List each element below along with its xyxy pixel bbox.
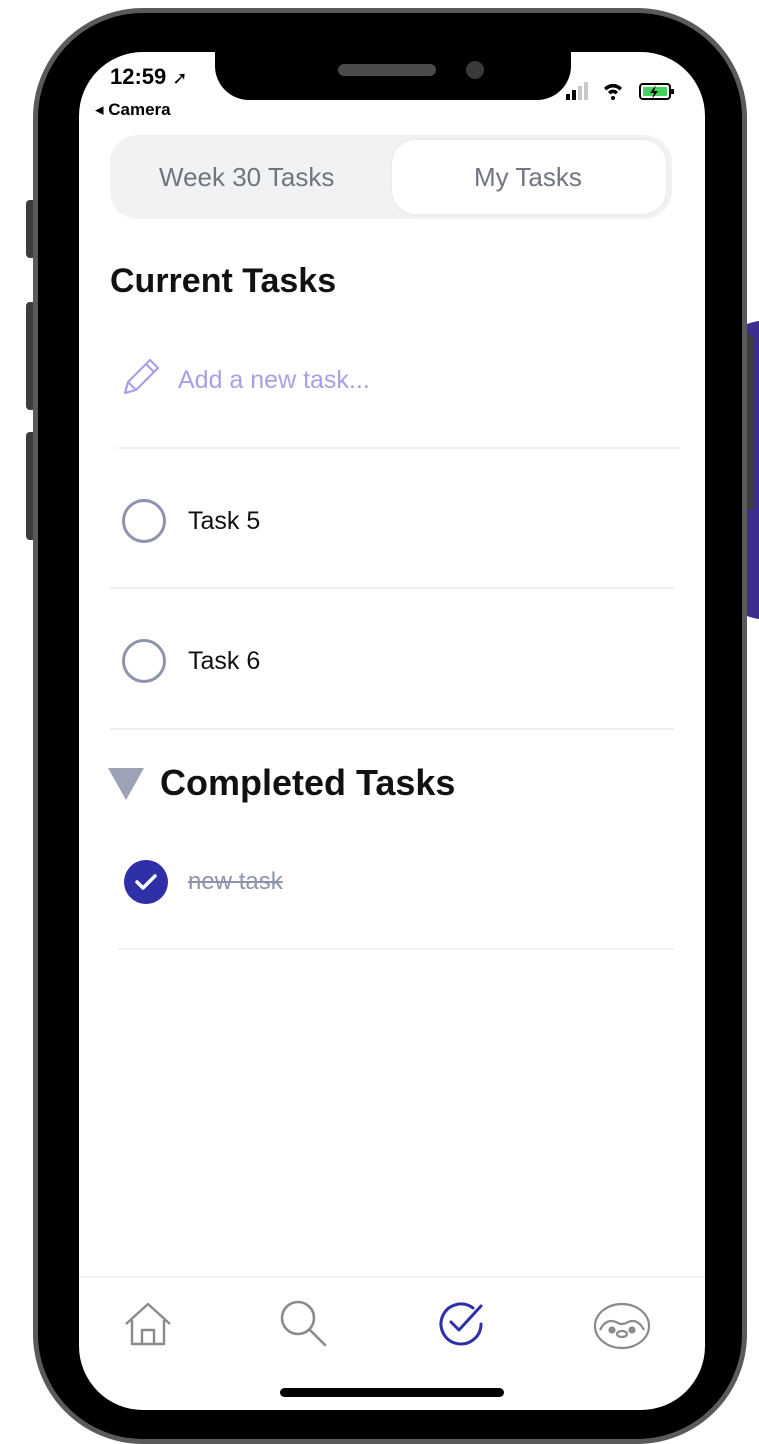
divider [118, 948, 674, 950]
tab-week-30-tasks[interactable]: Week 30 Tasks [159, 162, 334, 193]
speaker-grille [338, 64, 436, 76]
completed-checkbox[interactable] [124, 860, 168, 904]
pencil-icon [120, 356, 164, 405]
tabbar-divider [79, 1276, 705, 1278]
completed-task-label: new task [188, 868, 283, 895]
phone-screen [79, 52, 705, 1410]
tab-my-tasks[interactable]: My Tasks [474, 162, 582, 193]
completed-tasks-heading[interactable]: Completed Tasks [160, 762, 455, 804]
status-time: 12:59 ➚ [110, 64, 188, 90]
status-icons [566, 80, 681, 109]
location-arrow-icon: ➚ [172, 68, 188, 88]
status-time-text: 12:59 [110, 64, 167, 89]
front-camera [466, 61, 484, 79]
divider [110, 587, 674, 589]
tasks-check-icon[interactable] [431, 1294, 491, 1354]
task-label: Task 6 [188, 647, 261, 675]
signal-wifi-battery-icon [566, 82, 674, 100]
current-tasks-heading: Current Tasks [110, 262, 337, 300]
home-indicator[interactable] [280, 1388, 504, 1397]
divider [118, 447, 680, 449]
penguin-profile-icon[interactable] [592, 1294, 652, 1354]
task-checkbox[interactable] [122, 639, 166, 683]
home-icon[interactable] [118, 1294, 178, 1354]
checkmark-icon [135, 874, 157, 890]
add-task-input[interactable]: Add a new task... [178, 366, 370, 395]
back-to-camera-link[interactable]: ◂ Camera [95, 100, 171, 120]
task-checkbox[interactable] [122, 499, 166, 543]
task-label: Task 5 [188, 507, 261, 535]
collapse-triangle-icon[interactable] [108, 768, 144, 800]
app-screenshot: 12:59 ➚ ◂ Camera Week 30 Tasks My Tasks … [0, 0, 759, 1444]
divider [110, 728, 674, 730]
search-icon[interactable] [273, 1294, 333, 1354]
